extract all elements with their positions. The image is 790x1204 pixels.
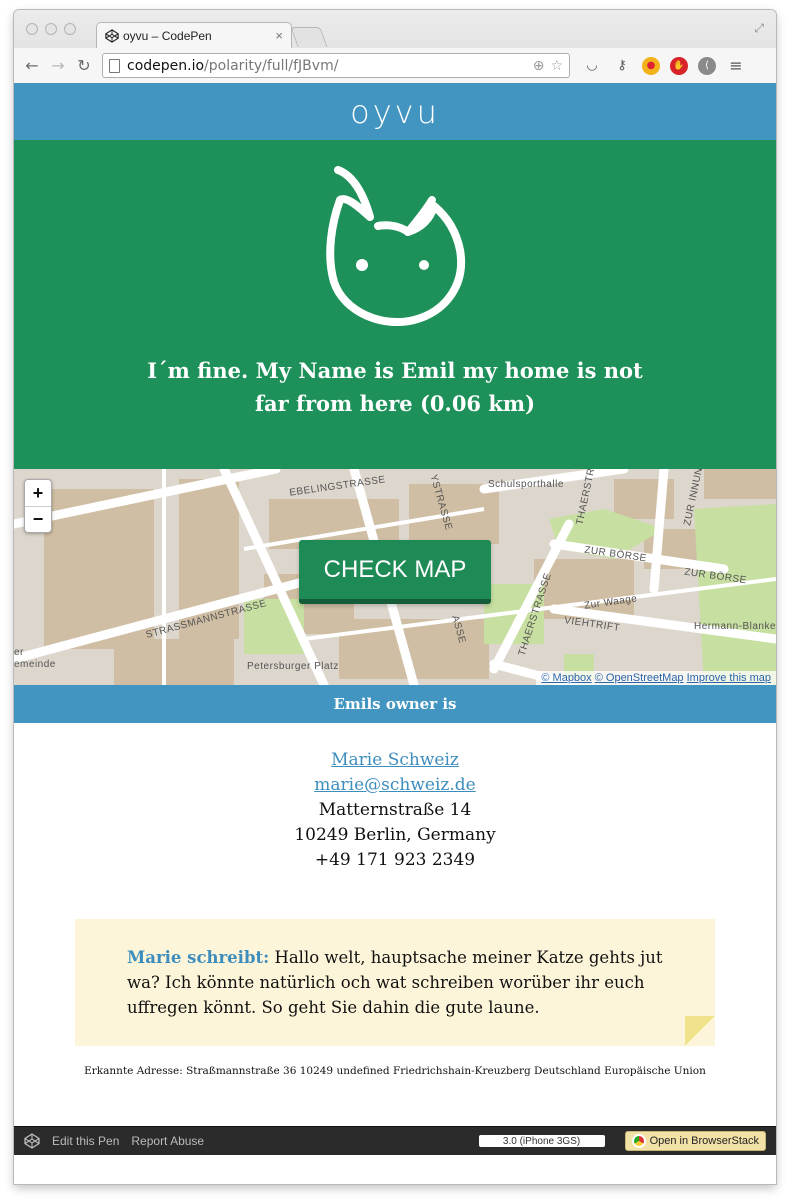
mapbox-attribution-link[interactable]: © Mapbox — [541, 672, 591, 684]
owner-note: Marie schreibt: Hallo welt, hauptsache m… — [75, 919, 715, 1046]
owner-contact: Marie Schweiz marie@schweiz.de Matternst… — [14, 748, 776, 873]
note-corner-fold — [685, 1016, 715, 1046]
codepen-favicon-icon — [105, 28, 119, 43]
map-label-schulsporthalle: Schulsporthalle — [488, 479, 564, 490]
check-map-button[interactable]: CHECK MAP — [299, 540, 491, 604]
window-controls — [26, 23, 76, 35]
hero-message: I´m fine. My Name is Emil my home is not… — [147, 358, 643, 416]
page-icon — [109, 58, 120, 73]
reload-button[interactable]: ↻ — [72, 54, 96, 78]
share-icon[interactable]: ⟨ — [698, 56, 716, 75]
osm-attribution-link[interactable]: © OpenStreetMap — [595, 672, 684, 684]
hero-section: I´m fine. My Name is Emil my home is not… — [14, 140, 776, 469]
location-icon[interactable]: ⊕ — [533, 58, 545, 74]
edit-pen-link[interactable]: Edit this Pen — [52, 1134, 119, 1148]
fullscreen-icon[interactable]: ⤢ — [754, 21, 764, 36]
map-label-er: er — [14, 647, 24, 658]
page-content: oyvu I´m fine. My Name is Emil my home i… — [14, 83, 776, 1155]
device-select[interactable]: 3.0 (iPhone 3GS) — [478, 1135, 605, 1147]
site-header: oyvu — [14, 83, 776, 140]
adblock-stop-icon[interactable]: ✋ — [670, 56, 688, 75]
address-bar[interactable]: codepen.io/polarity/full/fJBvm/ ⊕ ☆ — [102, 53, 570, 78]
url-path: /polarity/full/fJBvm/ — [204, 57, 339, 74]
new-tab-button[interactable] — [290, 27, 328, 47]
owner-city: 10249 Berlin, Germany — [294, 825, 496, 845]
pocket-icon[interactable]: ◡ — [582, 56, 602, 76]
detected-address: Erkannte Adresse: Straßmannstraße 36 102… — [84, 1065, 706, 1077]
bookmark-star-icon[interactable]: ☆ — [550, 58, 563, 74]
owner-street: Matternstraße 14 — [318, 800, 472, 820]
browser-chrome: oyvu – CodePen × ⤢ ← → ↻ codepen.io/pola… — [14, 10, 776, 83]
cat-logo-icon — [326, 166, 466, 327]
owner-heading: Emils owner is — [333, 695, 457, 713]
close-window-button[interactable] — [26, 23, 38, 35]
owner-email-link[interactable]: marie@schweiz.de — [314, 775, 475, 795]
tab-title: oyvu – CodePen — [123, 28, 212, 43]
map-label-hermann: Hermann-Blanke — [694, 621, 776, 632]
browser-toolbar: ← → ↻ codepen.io/polarity/full/fJBvm/ ⊕ … — [14, 48, 776, 83]
owner-name-link[interactable]: Marie Schweiz — [331, 750, 459, 770]
url-text: codepen.io/polarity/full/fJBvm/ — [127, 58, 527, 74]
map-attribution: © Mapbox © OpenStreetMap Improve this ma… — [536, 671, 776, 685]
maximize-window-button[interactable] — [64, 23, 76, 35]
owner-phone: +49 171 923 2349 — [314, 850, 476, 870]
tab-close-icon[interactable]: × — [275, 28, 283, 43]
improve-map-link[interactable]: Improve this map — [687, 672, 771, 684]
codepen-logo-icon[interactable] — [24, 1133, 40, 1149]
back-button[interactable]: ← — [20, 54, 44, 78]
url-host: codepen.io — [127, 57, 205, 74]
report-abuse-link[interactable]: Report Abuse — [131, 1134, 204, 1148]
map-label-gemeinde: emeinde — [14, 659, 56, 670]
minimize-window-button[interactable] — [45, 23, 57, 35]
browserstack-label: Open in BrowserStack — [649, 1135, 759, 1147]
note-author: Marie schreibt: — [127, 948, 270, 967]
site-logo-text: oyvu — [350, 92, 440, 131]
map-view[interactable]: EBELINGSTRASSE Schulsporthalle YSTRASSE … — [14, 469, 776, 685]
map-label-petersburger-platz: Petersburger Platz — [247, 661, 339, 672]
browserstack-button[interactable]: Open in BrowserStack — [624, 1131, 766, 1151]
browser-tab[interactable]: oyvu – CodePen × — [96, 22, 292, 48]
duck-extension-icon[interactable]: ● — [642, 56, 660, 75]
menu-icon[interactable]: ≡ — [726, 56, 746, 76]
browser-window: oyvu – CodePen × ⤢ ← → ↻ codepen.io/pola… — [14, 10, 776, 1184]
zoom-in-button[interactable]: + — [25, 480, 51, 506]
key-icon[interactable]: ⚷ — [612, 56, 632, 76]
owner-heading-bar: Emils owner is — [14, 685, 776, 723]
chrome-icon — [631, 1134, 646, 1148]
codepen-footer: Edit this Pen Report Abuse 3.0 (iPhone 3… — [14, 1126, 776, 1155]
forward-button[interactable]: → — [46, 54, 70, 78]
zoom-out-button[interactable]: − — [25, 506, 51, 532]
map-zoom-control: + − — [24, 479, 52, 533]
extension-icons: ◡ ⚷ ● ✋ ⟨ ≡ — [582, 56, 746, 76]
